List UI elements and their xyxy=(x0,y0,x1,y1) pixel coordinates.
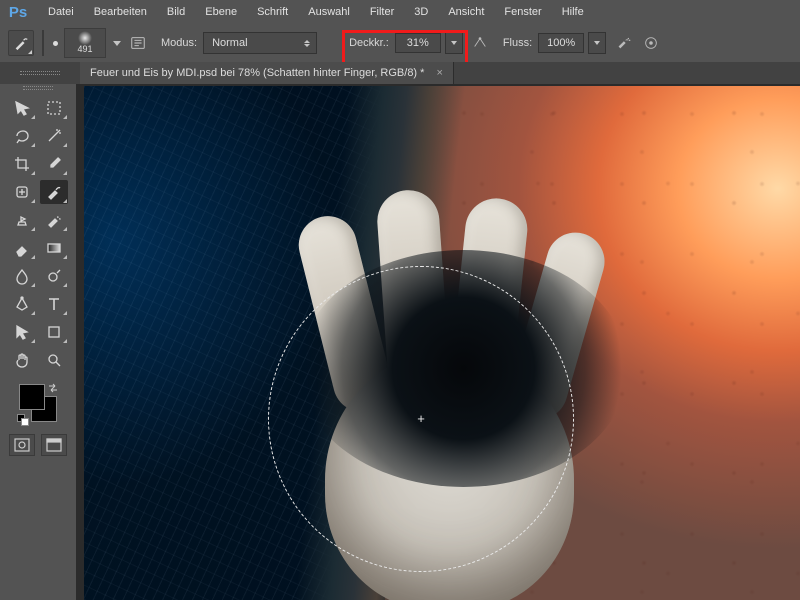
zoom-tool[interactable] xyxy=(40,348,68,372)
menu-type[interactable]: Schrift xyxy=(247,0,298,24)
opacity-control: 31% xyxy=(395,32,463,54)
clone-stamp-tool[interactable] xyxy=(8,208,36,232)
pressure-size-icon[interactable] xyxy=(640,32,662,54)
path-select-tool[interactable] xyxy=(8,320,36,344)
opacity-input[interactable]: 31% xyxy=(395,33,441,53)
brush-panel-toggle[interactable] xyxy=(127,32,149,54)
gradient-tool[interactable] xyxy=(40,236,68,260)
menu-bar: Ps Datei Bearbeiten Bild Ebene Schrift A… xyxy=(0,0,800,25)
airbrush-icon[interactable] xyxy=(612,32,634,54)
move-tool[interactable] xyxy=(8,96,36,120)
foreground-color[interactable] xyxy=(19,384,45,410)
flow-input[interactable]: 100% xyxy=(538,33,584,53)
brush-preset-dot xyxy=(52,31,58,55)
blend-mode-dropdown[interactable]: Normal xyxy=(203,32,317,54)
dodge-tool[interactable] xyxy=(40,264,68,288)
brush-thumbnail-icon xyxy=(78,31,92,45)
updown-icon xyxy=(302,40,312,47)
opacity-label: Deckkr.: xyxy=(349,37,389,49)
menu-view[interactable]: Ansicht xyxy=(438,0,494,24)
rect-marquee-tool[interactable] xyxy=(40,96,68,120)
crop-tool[interactable] xyxy=(8,152,36,176)
blend-mode-value: Normal xyxy=(212,37,247,49)
menu-select[interactable]: Auswahl xyxy=(298,0,360,24)
hand-tool[interactable] xyxy=(8,348,36,372)
menu-layer[interactable]: Ebene xyxy=(195,0,247,24)
flow-stepper[interactable] xyxy=(588,32,606,54)
tools-panel xyxy=(0,84,77,600)
options-bar: 491 Modus: Normal Deckkr.: 31% Fluss: 10… xyxy=(0,24,800,63)
menu-image[interactable]: Bild xyxy=(157,0,195,24)
eraser-tool[interactable] xyxy=(8,236,36,260)
pen-tool[interactable] xyxy=(8,292,36,316)
opacity-stepper[interactable] xyxy=(445,32,463,54)
tools-panel-grip[interactable] xyxy=(0,84,76,92)
default-colors-icon[interactable] xyxy=(17,414,27,424)
color-swatches xyxy=(17,382,59,424)
eyedropper-tool[interactable] xyxy=(40,152,68,176)
document-tab[interactable]: Feuer und Eis by MDI.psd bei 78% (Schatt… xyxy=(80,62,454,84)
menu-3d[interactable]: 3D xyxy=(404,0,438,24)
canvas-area xyxy=(76,84,800,600)
brush-tool[interactable] xyxy=(40,180,68,204)
artwork xyxy=(84,86,800,600)
document-tab-title: Feuer und Eis by MDI.psd bei 78% (Schatt… xyxy=(90,67,424,79)
document-canvas[interactable] xyxy=(84,86,800,600)
menu-window[interactable]: Fenster xyxy=(494,0,551,24)
tabbar-grip[interactable] xyxy=(0,62,80,84)
app-logo: Ps xyxy=(8,2,28,22)
document-tab-bar: Feuer und Eis by MDI.psd bei 78% (Schatt… xyxy=(0,62,800,85)
magic-wand-tool[interactable] xyxy=(40,124,68,148)
menu-filter[interactable]: Filter xyxy=(360,0,404,24)
flow-control: 100% xyxy=(538,32,606,54)
close-icon[interactable]: × xyxy=(436,67,442,79)
separator xyxy=(42,30,44,56)
type-tool[interactable] xyxy=(40,292,68,316)
brush-preset-picker[interactable]: 491 xyxy=(64,28,106,58)
mode-label: Modus: xyxy=(161,37,197,49)
menu-edit[interactable]: Bearbeiten xyxy=(84,0,157,24)
blur-tool[interactable] xyxy=(8,264,36,288)
history-brush-tool[interactable] xyxy=(40,208,68,232)
shape-tool[interactable] xyxy=(40,320,68,344)
current-tool-indicator[interactable] xyxy=(8,30,34,56)
lasso-tool[interactable] xyxy=(8,124,36,148)
screen-mode-button[interactable] xyxy=(41,434,67,456)
chevron-down-icon[interactable] xyxy=(113,41,121,46)
brush-size-value: 491 xyxy=(77,45,92,55)
flow-label: Fluss: xyxy=(503,37,532,49)
menu-file[interactable]: Datei xyxy=(38,0,84,24)
menu-help[interactable]: Hilfe xyxy=(552,0,594,24)
standard-mode-button[interactable] xyxy=(9,434,35,456)
opacity-pressure-icon[interactable] xyxy=(469,32,491,54)
healing-brush-tool[interactable] xyxy=(8,180,36,204)
swap-colors-icon[interactable] xyxy=(47,382,59,394)
